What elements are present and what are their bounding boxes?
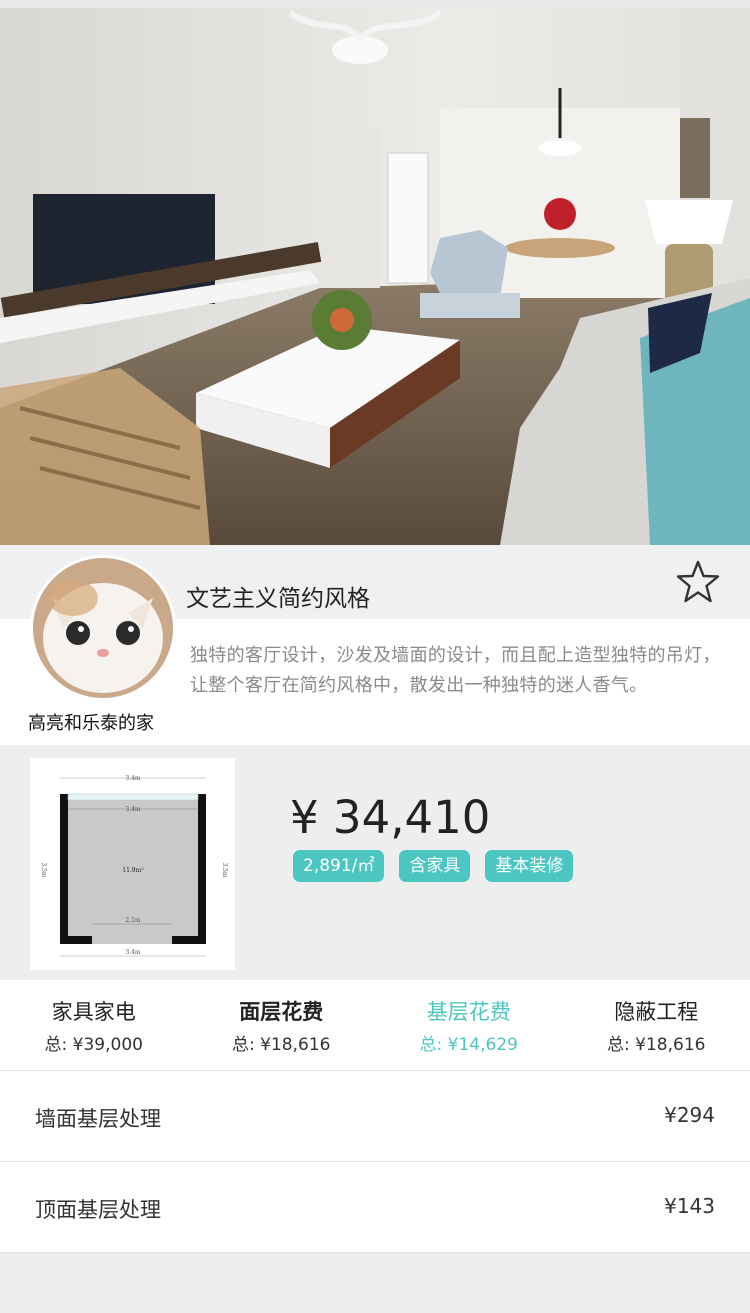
dim-door: 2.1m [125, 917, 141, 924]
tab-surface-cost[interactable]: 面层花费 总: ¥18,616 [188, 980, 376, 1070]
tab-furniture-appliances[interactable]: 家具家电 总: ¥39,000 [0, 980, 188, 1070]
floor-plan[interactable]: 3.4m 3.4m 11.9m² 3.5m 3.5m 2.1m 3.4m [30, 758, 235, 970]
dim-top: 3.4m [125, 775, 141, 782]
tab-total: 总: ¥39,000 [0, 1030, 188, 1055]
room-area: 11.9m² [122, 867, 144, 874]
item-value: ¥294 [664, 1103, 715, 1127]
design-title: 文艺主义简约风格 [186, 579, 370, 613]
tab-base-cost[interactable]: 基层花费 总: ¥14,629 [375, 980, 563, 1070]
tab-concealed-works[interactable]: 隐蔽工程 总: ¥18,616 [563, 980, 750, 1070]
dim-right: 3.5m [221, 862, 228, 878]
item-label: 顶面基层处理 [35, 1194, 161, 1224]
dim-bottom: 3.4m [125, 949, 141, 956]
tag-basic-renovation: 基本装修 [485, 850, 573, 882]
avatar[interactable] [30, 555, 176, 701]
item-value: ¥143 [664, 1194, 715, 1218]
tab-total: 总: ¥18,616 [188, 1030, 376, 1055]
tab-label: 面层花费 [188, 996, 376, 1026]
price-tags: 2,891/㎡ 含家具 基本装修 [293, 850, 573, 882]
tab-total: 总: ¥14,629 [375, 1030, 563, 1055]
total-price: ¥ 34,410 [290, 791, 490, 844]
tab-label: 家具家电 [0, 996, 188, 1026]
footer-space [0, 1253, 750, 1313]
list-item[interactable]: 顶面基层处理 ¥143 [0, 1162, 750, 1253]
dim-left: 3.5m [40, 862, 47, 878]
tab-total: 总: ¥18,616 [563, 1030, 750, 1055]
hero-photo [0, 8, 750, 545]
tab-label: 基层花费 [375, 996, 563, 1026]
design-info-card: 文艺主义简约风格 独特的客厅设计，沙发及墙面的设计，而且配上造型独特的吊灯，让整… [0, 545, 750, 745]
tag-unit-price: 2,891/㎡ [293, 850, 384, 882]
tab-label: 隐蔽工程 [563, 996, 750, 1026]
cost-category-tabs: 家具家电 总: ¥39,000 面层花费 总: ¥18,616 基层花费 总: … [0, 980, 750, 1071]
list-item[interactable]: 墙面基层处理 ¥294 [0, 1071, 750, 1162]
star-outline-icon[interactable] [675, 559, 721, 605]
tag-furniture: 含家具 [399, 850, 470, 882]
dim-inner-top: 3.4m [125, 806, 141, 813]
design-description: 独特的客厅设计，沙发及墙面的设计，而且配上造型独特的吊灯，让整个客厅在简约风格中… [190, 641, 730, 701]
price-section: 3.4m 3.4m 11.9m² 3.5m 3.5m 2.1m 3.4m ¥ 3… [0, 745, 750, 980]
author-name[interactable]: 高亮和乐泰的家 [28, 709, 154, 735]
top-bar [0, 0, 750, 8]
item-label: 墙面基层处理 [35, 1103, 161, 1133]
